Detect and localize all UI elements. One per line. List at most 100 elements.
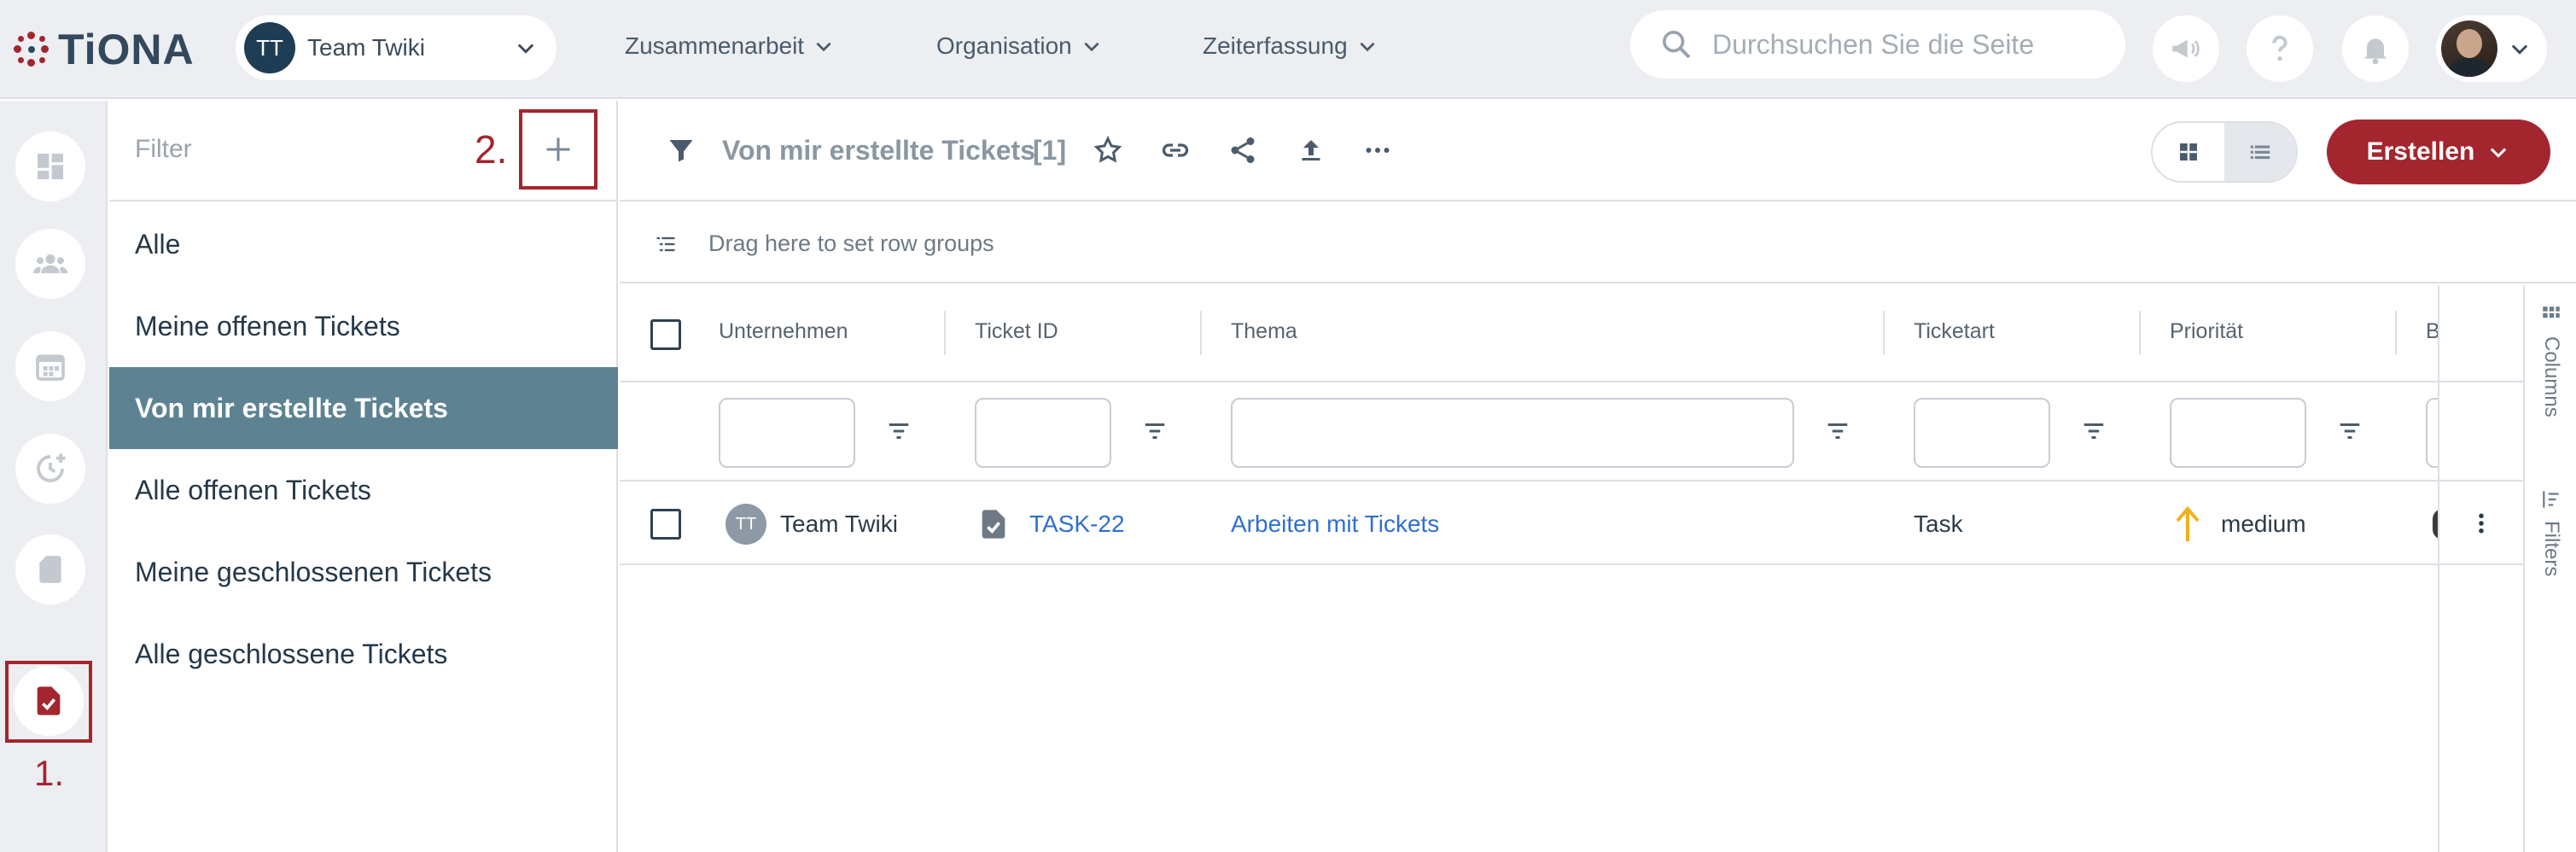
company-avatar: TT [726,504,766,545]
column-filter-icon[interactable] [1825,418,1850,444]
column-filter-icon[interactable] [886,418,912,444]
row-group-bar[interactable]: Drag here to set row groups [620,203,2576,283]
grid-view-button[interactable] [2153,123,2224,181]
filter-item-von-mir-erstellt[interactable]: Von mir erstellte Tickets [109,367,618,449]
filters-tool-label: Filters [2540,521,2563,577]
create-label: Erstellen [2366,137,2475,166]
column-header-ticketart[interactable]: Ticketart [1914,319,1995,344]
user-menu[interactable] [2436,15,2547,82]
column-header-prioritaet[interactable]: Priorität [2170,319,2243,344]
row-groups-icon [656,236,675,252]
rail-time-tracking[interactable] [15,434,85,504]
megaphone-icon [2172,39,2200,58]
filters-tool-button[interactable]: Filters [2537,488,2566,576]
team-switcher[interactable]: TT Team Twiki [236,15,557,80]
search-input[interactable] [1712,28,2105,61]
create-button[interactable]: Erstellen [2327,120,2550,184]
column-filter-icon[interactable] [1142,418,1168,444]
column-separator[interactable] [944,311,946,355]
column-separator[interactable] [2139,311,2141,355]
cell-ticket-type: Task [1914,511,1963,537]
select-all-checkbox[interactable] [650,319,681,350]
grid-side-tools: Columns Filters [2523,285,2576,852]
search-icon [1663,31,1691,59]
view-toolbar: Von mir erstellte Tickets [1] Erstellen [620,101,2576,201]
chevron-down-icon [517,44,534,54]
filter-item-meine-geschlossenen[interactable]: Meine geschlossenen Tickets [109,531,618,613]
task-icon [982,510,1005,539]
star-icon[interactable] [1093,135,1123,166]
calendar-icon [36,354,65,381]
table-row[interactable]: TT Team Twiki TASK-22 Arbeiten mit Ticke… [620,483,2523,565]
filter-panel: Filter 2. Alle Meine offenen Tickets Von… [109,101,618,852]
columns-tool-button[interactable]: Columns [2537,304,2566,417]
list-view-button[interactable] [2224,123,2296,181]
app-logo[interactable]: TiONA [14,24,195,75]
search-bar[interactable] [1630,10,2125,79]
filter-input-ticket-id[interactable] [975,398,1111,468]
column-header-ticket-id[interactable]: Ticket ID [975,319,1058,344]
announcements-button[interactable] [2153,15,2219,82]
link-icon[interactable] [1159,135,1192,166]
help-button[interactable] [2247,15,2313,82]
filter-item-alle-geschlossene[interactable]: Alle geschlossene Tickets [109,613,618,695]
column-separator[interactable] [2395,311,2397,355]
filter-icon[interactable] [666,135,696,166]
list-view-icon [2250,145,2270,160]
cell-topic-link[interactable]: Arbeiten mit Tickets [1231,511,1439,538]
logo-text: TiONA [58,26,195,73]
chevron-down-icon [1084,42,1099,52]
upload-icon[interactable] [1296,135,1326,166]
user-avatar [2441,20,2497,77]
rail-calendar[interactable] [15,331,85,401]
view-title: Von mir erstellte Tickets [722,135,1035,166]
plus-icon [546,137,570,161]
chevron-down-icon [2511,44,2528,55]
step-1-highlight [5,661,92,743]
column-separator[interactable] [1883,311,1885,355]
column-filter-icon[interactable] [2337,418,2363,444]
columns-icon [2543,306,2560,318]
column-header-unternehmen[interactable]: Unternehmen [719,319,848,344]
nav-label: Zeiterfassung [1203,32,1348,59]
team-icon [32,254,68,273]
share-icon[interactable] [1227,135,1258,166]
nav-zeiterfassung[interactable]: Zeiterfassung [1203,32,1378,60]
filter-item-meine-offenen[interactable]: Meine offenen Tickets [109,285,618,367]
columns-tool-label: Columns [2540,336,2563,417]
add-filter-button[interactable] [519,109,597,190]
dashboard-icon [38,154,63,179]
nav-zusammenarbeit[interactable]: Zusammenarbeit [625,32,835,60]
filter-item-alle-offenen[interactable]: Alle offenen Tickets [109,449,618,531]
cell-ticket-id-link[interactable]: TASK-22 [1029,511,1125,538]
chevron-down-icon [1360,42,1375,52]
more-icon[interactable] [1362,135,1393,166]
filter-input-prioritaet[interactable] [2170,398,2306,468]
filter-input-thema[interactable] [1231,398,1794,468]
rail-team[interactable] [15,229,85,299]
nav-label: Organisation [936,32,1072,59]
row-group-hint: Drag here to set row groups [708,231,994,256]
filter-title: Filter [135,135,192,163]
filter-input-unternehmen[interactable] [719,398,855,468]
column-separator[interactable] [1200,311,1202,355]
rail-dashboard[interactable] [15,131,85,201]
time-tracking-icon [37,453,66,482]
top-header: TiONA TT Team Twiki Zusammenarbeit Organ… [0,0,2576,99]
grid-header: Unternehmen Ticket ID Thema Ticketart Pr… [620,285,2523,382]
filter-list: Alle Meine offenen Tickets Von mir erste… [109,203,618,695]
filters-icon [2543,491,2559,508]
row-checkbox[interactable] [650,509,681,540]
notifications-button[interactable] [2342,15,2409,82]
filter-item-alle[interactable]: Alle [109,203,618,285]
column-header-thema[interactable]: Thema [1231,319,1297,344]
rail-documents[interactable] [15,534,85,604]
bell-icon [2363,38,2387,65]
row-actions-button[interactable] [2439,483,2523,565]
column-filter-icon[interactable] [2081,418,2107,444]
filter-input-ticketart[interactable] [1914,398,2050,468]
nav-organisation[interactable]: Organisation [936,32,1103,60]
column-filter-row [620,384,2523,481]
nav-label: Zusammenarbeit [625,32,805,59]
cell-company: Team Twiki [780,511,898,537]
